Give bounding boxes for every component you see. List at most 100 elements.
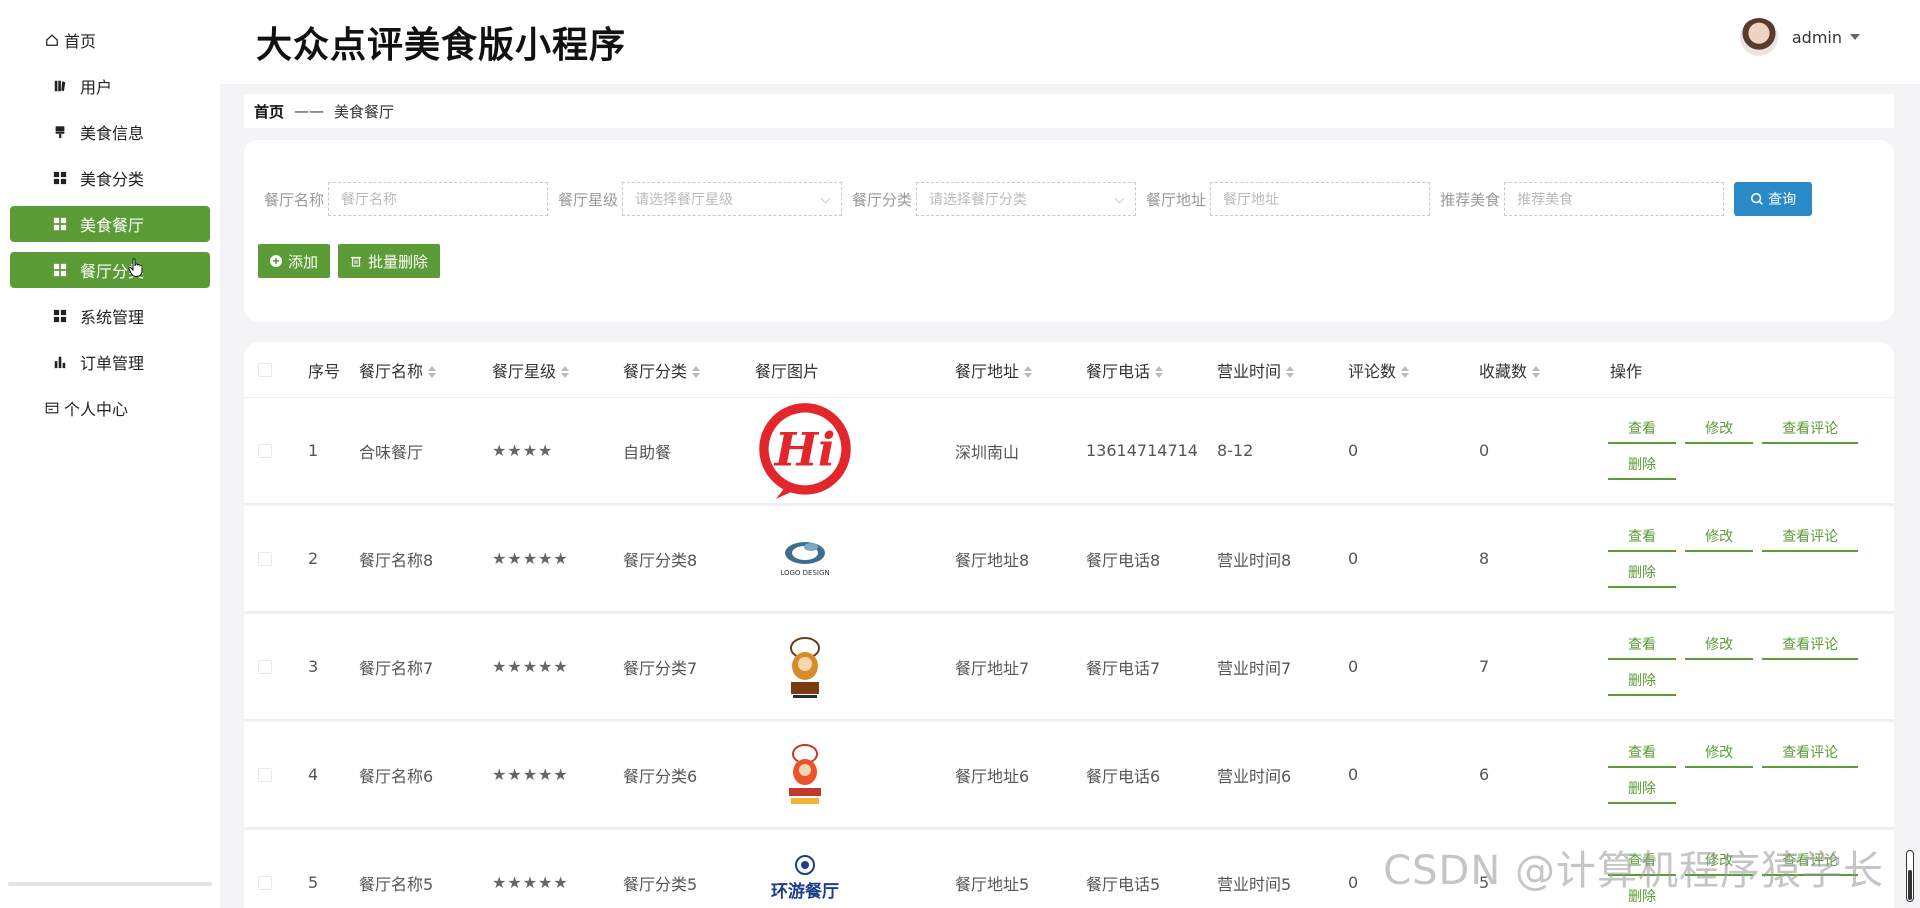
row-checkbox[interactable] xyxy=(258,875,272,890)
sort-icon[interactable] xyxy=(1024,366,1033,378)
delete-button[interactable]: 删除 xyxy=(1608,668,1676,696)
view-comments-button[interactable]: 查看评论 xyxy=(1762,632,1859,660)
edit-button[interactable]: 修改 xyxy=(1685,740,1754,768)
col-name[interactable]: 餐厅名称 xyxy=(359,358,437,382)
placeholder: 请选择餐厅分类 xyxy=(929,192,1028,208)
app-title: 大众点评美食版小程序 xyxy=(256,25,627,66)
row-checkbox[interactable] xyxy=(258,767,272,782)
col-label: 营业时间 xyxy=(1217,361,1282,381)
username: admin xyxy=(1791,27,1842,47)
col-stars[interactable]: 餐厅星级 xyxy=(492,358,570,382)
cell-address: 餐厅地址8 xyxy=(955,550,1030,570)
filter-label-category: 餐厅分类 xyxy=(852,190,913,209)
col-favorites[interactable]: 收藏数 xyxy=(1479,358,1541,382)
restaurant-name-input[interactable]: 餐厅名称 xyxy=(328,182,549,216)
view-comments-button[interactable]: 查看评论 xyxy=(1762,416,1859,444)
plus-circle-icon xyxy=(270,255,282,267)
restaurant-image[interactable]: Hi xyxy=(750,399,860,503)
restaurant-address-input[interactable]: 餐厅地址 xyxy=(1210,182,1431,216)
view-comments-button[interactable]: 查看评论 xyxy=(1762,740,1859,768)
table-row: 4 餐厅名称6 ★★★★★ 餐厅分类6 餐厅地址6 餐厅电话6 营业时间6 0 6 查看 修改 … xyxy=(244,722,1894,830)
restaurant-image[interactable] xyxy=(750,723,860,827)
edit-button[interactable]: 修改 xyxy=(1685,416,1754,444)
edit-button[interactable]: 修改 xyxy=(1685,632,1754,660)
view-comments-button[interactable]: 查看评论 xyxy=(1762,524,1859,552)
edit-button[interactable]: 修改 xyxy=(1685,524,1754,552)
sidebar-item-label: 用户 xyxy=(80,78,113,97)
sidebar-item-restaurant-category[interactable]: 餐厅分类 xyxy=(10,252,210,288)
restaurant-category-select[interactable]: 请选择餐厅分类 xyxy=(916,182,1137,216)
col-phone[interactable]: 餐厅电话 xyxy=(1086,358,1164,382)
restaurant-image[interactable] xyxy=(750,615,860,719)
filter-label-stars: 餐厅星级 xyxy=(558,190,619,209)
view-button[interactable]: 查看 xyxy=(1608,416,1676,444)
col-address[interactable]: 餐厅地址 xyxy=(955,358,1033,382)
row-actions: 查看 修改 查看评论 删除 xyxy=(1608,416,1888,488)
cell-hours: 8-12 xyxy=(1217,441,1254,460)
sort-icon[interactable] xyxy=(1532,366,1541,378)
sidebar-item-food-info[interactable]: 美食信息 xyxy=(10,114,210,150)
cell-favorites: 8 xyxy=(1479,549,1490,568)
cell-name: 餐厅名称6 xyxy=(359,766,434,786)
view-button[interactable]: 查看 xyxy=(1608,740,1676,768)
breadcrumb-home[interactable]: 首页 xyxy=(254,101,284,122)
sidebar-item-orders[interactable]: 订单管理 xyxy=(10,344,210,380)
sidebar-item-home[interactable]: 首页 xyxy=(10,22,210,58)
cell-favorites: 7 xyxy=(1479,657,1490,676)
cell-category: 餐厅分类6 xyxy=(623,766,698,786)
restaurant-image[interactable]: LOGO DESIGN xyxy=(750,507,860,611)
cell-name: 合味餐厅 xyxy=(359,442,424,462)
sort-icon[interactable] xyxy=(428,366,437,378)
sidebar-item-users[interactable]: 用户 xyxy=(10,68,210,104)
cell-comments: 0 xyxy=(1348,657,1359,676)
batch-delete-button[interactable]: 批量删除 xyxy=(338,244,441,278)
col-label: 餐厅电话 xyxy=(1086,361,1151,381)
cell-name: 餐厅名称7 xyxy=(359,658,434,678)
row-checkbox[interactable] xyxy=(258,443,272,458)
cell-stars: ★★★★★ xyxy=(492,765,569,784)
col-actions: 操作 xyxy=(1610,361,1643,381)
sort-icon[interactable] xyxy=(561,366,570,378)
col-hours[interactable]: 营业时间 xyxy=(1217,358,1295,382)
select-all-checkbox[interactable] xyxy=(258,362,272,377)
col-category[interactable]: 餐厅分类 xyxy=(623,358,701,382)
cell-phone: 餐厅电话5 xyxy=(1086,874,1161,894)
sort-icon[interactable] xyxy=(1155,366,1164,378)
sort-icon[interactable] xyxy=(692,366,701,378)
user-menu[interactable]: admin xyxy=(1739,18,1860,56)
breadcrumb-current: 美食餐厅 xyxy=(334,102,395,121)
table-row: 1 合味餐厅 ★★★★ 自助餐 深圳南山 13614714714 8-12 0 0 Hi 查看 修… xyxy=(244,398,1894,506)
query-button[interactable]: 查询 xyxy=(1734,182,1813,216)
watermark: CSDN @计算机程序猿学长 xyxy=(1383,848,1884,894)
view-button[interactable]: 查看 xyxy=(1608,524,1676,552)
recommended-food-input[interactable]: 推荐美食 xyxy=(1504,182,1725,216)
placeholder: 推荐美食 xyxy=(1517,192,1574,208)
header: 大众点评美食版小程序 admin xyxy=(220,0,1920,84)
add-label: 添加 xyxy=(288,252,319,271)
sort-icon[interactable] xyxy=(1401,366,1410,378)
row-checkbox[interactable] xyxy=(258,551,272,566)
sidebar-item-system[interactable]: 系统管理 xyxy=(10,298,210,334)
row-checkbox[interactable] xyxy=(258,659,272,674)
sidebar-item-restaurants[interactable]: 美食餐厅 xyxy=(10,206,210,242)
col-label: 评论数 xyxy=(1348,361,1397,381)
sidebar-scrollbar[interactable] xyxy=(8,882,212,886)
delete-button[interactable]: 删除 xyxy=(1608,776,1676,804)
sidebar-item-profile[interactable]: 个人中心 xyxy=(10,390,210,426)
cell-comments: 0 xyxy=(1348,549,1359,568)
restaurant-image[interactable]: 环游餐厅 xyxy=(750,831,860,908)
col-label: 餐厅地址 xyxy=(955,361,1020,381)
sort-icon[interactable] xyxy=(1286,366,1295,378)
delete-button[interactable]: 删除 xyxy=(1608,452,1676,480)
action-row: 添加 批量删除 xyxy=(258,244,448,278)
col-comments[interactable]: 评论数 xyxy=(1348,358,1410,382)
add-button[interactable]: 添加 xyxy=(258,244,331,278)
row-actions: 查看 修改 查看评论 删除 xyxy=(1608,524,1888,596)
view-button[interactable]: 查看 xyxy=(1608,632,1676,660)
trash-icon xyxy=(351,256,362,267)
sidebar-item-food-category[interactable]: 美食分类 xyxy=(10,160,210,196)
restaurant-stars-select[interactable]: 请选择餐厅星级 xyxy=(622,182,843,216)
cell-hours: 营业时间6 xyxy=(1217,766,1292,786)
caret-down-icon xyxy=(1850,34,1860,40)
delete-button[interactable]: 删除 xyxy=(1608,560,1676,588)
